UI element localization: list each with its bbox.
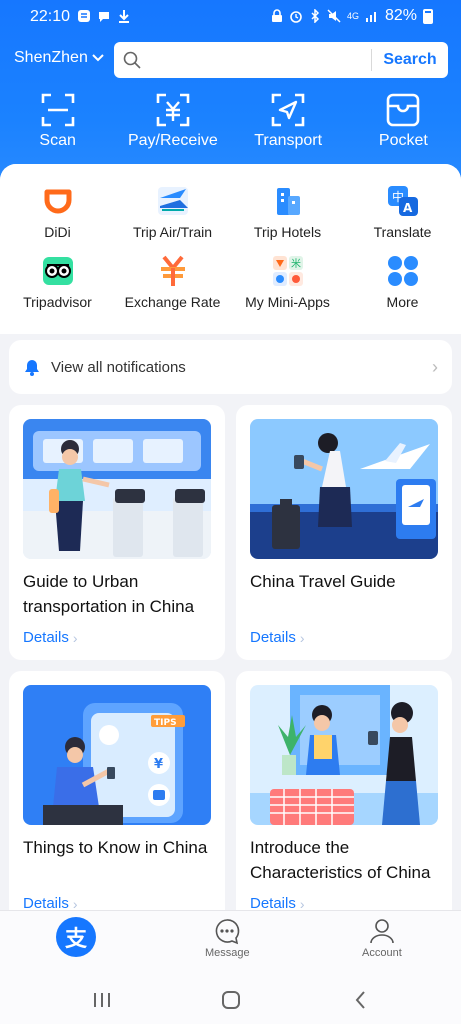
recent-apps-button[interactable] bbox=[90, 988, 114, 1012]
mini-apps-icon: 米 bbox=[271, 254, 305, 288]
pocket-button[interactable]: Pocket bbox=[346, 92, 461, 150]
city-label: ShenZhen bbox=[14, 49, 88, 66]
nav-message-label: Message bbox=[205, 947, 250, 959]
hotel-icon bbox=[271, 184, 305, 218]
search-button[interactable]: Search bbox=[372, 51, 448, 69]
signal-icon bbox=[365, 12, 376, 22]
notifications-label: View all notifications bbox=[51, 358, 186, 376]
battery-percent: 82% bbox=[384, 7, 417, 24]
chevron-right-icon: › bbox=[72, 629, 78, 646]
account-icon bbox=[370, 919, 394, 944]
service-exchange-rate[interactable]: Exchange Rate bbox=[115, 254, 230, 310]
card-title: Guide to Urban transportation in China bbox=[23, 572, 195, 616]
download-icon bbox=[119, 10, 129, 23]
plane-icon bbox=[156, 184, 190, 218]
card-characteristics[interactable]: Introduce the Characteristics of China D… bbox=[236, 671, 452, 926]
svg-text:¥: ¥ bbox=[154, 757, 163, 772]
transport-icon bbox=[271, 93, 305, 127]
status-time: 22:10 bbox=[30, 8, 71, 25]
service-trip-air-train[interactable]: Trip Air/Train bbox=[115, 184, 230, 240]
service-my-mini-apps[interactable]: 米 My Mini-Apps bbox=[230, 254, 345, 310]
owl-icon bbox=[41, 254, 75, 288]
pocket-icon bbox=[387, 93, 420, 127]
bell-icon bbox=[25, 360, 39, 376]
back-button[interactable] bbox=[349, 988, 373, 1012]
chevron-down-icon bbox=[92, 54, 104, 62]
nav-account[interactable]: Account bbox=[362, 917, 402, 959]
pay-receive-button[interactable]: Pay/Receive bbox=[115, 92, 230, 150]
service-more[interactable]: More bbox=[345, 254, 460, 310]
scan-button[interactable]: Scan bbox=[0, 92, 115, 150]
translate-icon: 中A bbox=[386, 184, 420, 218]
lock-icon bbox=[271, 9, 282, 22]
card-title: China Travel Guide bbox=[250, 572, 396, 591]
transport-button[interactable]: Transport bbox=[231, 92, 346, 150]
details-link[interactable]: Details › bbox=[250, 629, 305, 646]
alipay-home-icon: 支 bbox=[56, 917, 96, 957]
urban-transport-illustration bbox=[23, 419, 211, 559]
chevron-right-icon: › bbox=[299, 629, 305, 646]
system-nav-bar bbox=[0, 976, 461, 1024]
svg-text:TIPS: TIPS bbox=[154, 718, 177, 728]
alarm-icon bbox=[290, 11, 302, 23]
recent-apps-icon bbox=[94, 993, 110, 1007]
back-icon bbox=[355, 991, 365, 1009]
service-trip-hotels[interactable]: Trip Hotels bbox=[230, 184, 345, 240]
chat-notification-icon bbox=[99, 12, 109, 22]
service-grid: DiDi Trip Air/Train Trip Hotels 中A Trans… bbox=[0, 184, 461, 310]
mute-icon bbox=[327, 9, 341, 23]
bottom-nav: 支 Message Account bbox=[0, 910, 461, 976]
characteristics-illustration bbox=[250, 685, 438, 825]
travel-guide-illustration bbox=[250, 419, 438, 559]
bluetooth-icon bbox=[311, 9, 320, 23]
card-title: Introduce the Characteristics of China bbox=[250, 838, 431, 882]
battery-icon bbox=[423, 8, 433, 24]
nav-account-label: Account bbox=[362, 947, 402, 959]
nav-message[interactable]: Message bbox=[205, 917, 250, 959]
service-translate[interactable]: 中A Translate bbox=[345, 184, 460, 240]
notifications-bar[interactable]: View all notifications › bbox=[9, 340, 452, 394]
yuan-icon bbox=[156, 254, 190, 288]
card-title: Things to Know in China bbox=[23, 838, 208, 857]
card-china-travel-guide[interactable]: China Travel Guide Details › bbox=[236, 405, 452, 660]
app-notification-icon bbox=[78, 10, 90, 22]
card-urban-transport[interactable]: Guide to Urban transportation in China D… bbox=[9, 405, 225, 660]
service-tripadvisor[interactable]: Tripadvisor bbox=[0, 254, 115, 310]
network-type: 4G bbox=[346, 11, 359, 21]
things-to-know-illustration: TIPS ¥ bbox=[23, 685, 211, 825]
status-bar: 22:10 4G 82% bbox=[0, 0, 461, 34]
search-bar: Search bbox=[114, 42, 448, 78]
scan-icon bbox=[41, 93, 74, 127]
details-link[interactable]: Details › bbox=[23, 629, 78, 646]
didi-icon bbox=[41, 184, 75, 218]
home-button[interactable] bbox=[219, 988, 243, 1012]
message-icon bbox=[216, 919, 240, 945]
more-icon bbox=[386, 254, 420, 288]
svg-text:A: A bbox=[403, 201, 413, 215]
service-didi[interactable]: DiDi bbox=[0, 184, 115, 240]
nav-home[interactable]: 支 bbox=[56, 917, 96, 957]
home-square-icon bbox=[222, 991, 240, 1009]
search-input[interactable] bbox=[150, 45, 371, 75]
search-icon bbox=[114, 42, 150, 78]
svg-text:米: 米 bbox=[291, 257, 301, 270]
pay-icon bbox=[156, 93, 190, 127]
chevron-right-icon: › bbox=[432, 356, 438, 377]
card-things-to-know[interactable]: TIPS ¥ Things to Know in China Details › bbox=[9, 671, 225, 926]
city-selector[interactable]: ShenZhen bbox=[14, 49, 104, 67]
quick-actions: Scan Pay/Receive Transport Pocket bbox=[0, 92, 461, 150]
